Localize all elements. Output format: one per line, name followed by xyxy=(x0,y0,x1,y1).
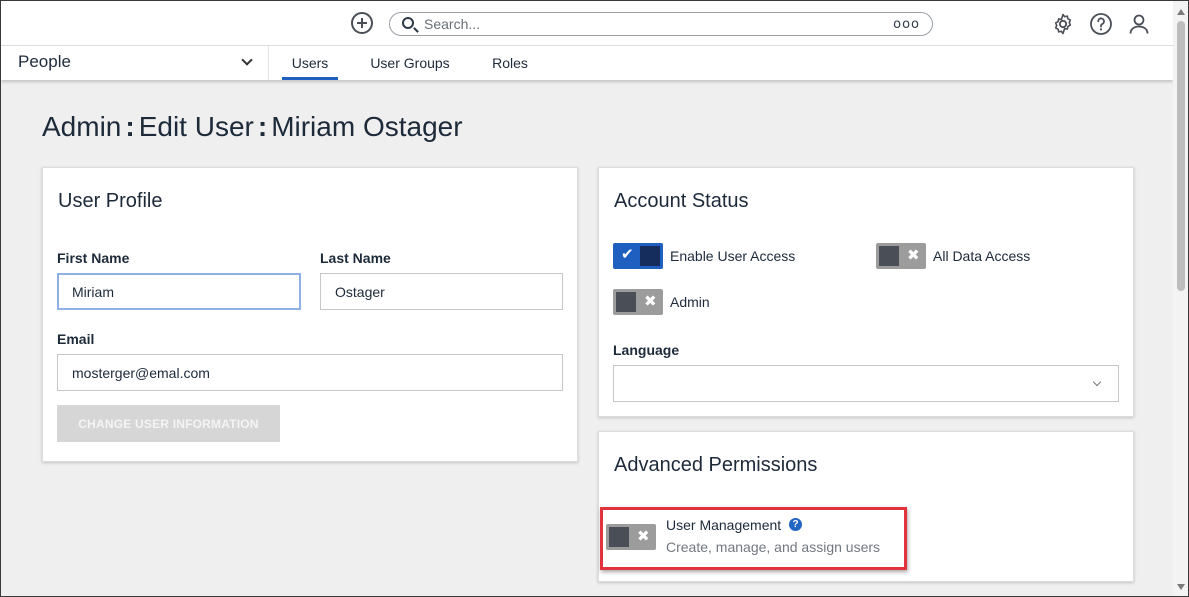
email-label: Email xyxy=(57,331,95,347)
module-select[interactable]: People xyxy=(1,46,269,80)
search-bar[interactable]: ooo xyxy=(389,12,933,36)
page-title: Admin: Edit User: Miriam Ostager xyxy=(42,111,463,143)
last-name-label: Last Name xyxy=(320,250,391,266)
last-name-field[interactable] xyxy=(320,273,563,310)
search-icon xyxy=(402,17,414,29)
tab-roles[interactable]: Roles xyxy=(488,46,532,80)
scroll-down-arrow-icon[interactable] xyxy=(1177,584,1185,590)
toggle-knob xyxy=(640,246,660,266)
user-management-label: User Management xyxy=(666,517,782,533)
account-status-title: Account Status xyxy=(614,190,749,212)
first-name-label: First Name xyxy=(57,250,130,266)
tab-user-groups[interactable]: User Groups xyxy=(369,46,451,80)
all-data-access-toggle[interactable]: ✖ xyxy=(876,243,926,269)
scrollbar-thumb[interactable] xyxy=(1177,21,1185,291)
add-circle-icon[interactable] xyxy=(351,12,373,34)
breadcrumb-admin: Admin xyxy=(42,111,122,142)
help-circle-icon[interactable]: ? xyxy=(789,518,802,531)
toggle-knob xyxy=(609,527,629,547)
tab-users[interactable]: Users xyxy=(282,46,338,80)
gear-icon[interactable] xyxy=(1051,12,1075,36)
language-label: Language xyxy=(613,342,680,358)
close-icon: ✖ xyxy=(907,246,920,264)
top-bar: ooo xyxy=(1,1,1173,46)
module-label: People xyxy=(18,52,71,71)
help-icon[interactable] xyxy=(1089,12,1113,36)
all-data-access-label: All Data Access xyxy=(933,248,1031,264)
chevron-down-icon xyxy=(1092,377,1102,387)
close-icon: ✖ xyxy=(644,292,657,310)
language-select[interactable] xyxy=(613,365,1119,402)
chevron-down-icon xyxy=(241,54,253,66)
enable-user-access-label: Enable User Access xyxy=(670,248,796,264)
user-profile-title: User Profile xyxy=(58,190,163,212)
user-management-description: Create, manage, and assign users xyxy=(666,539,881,555)
check-icon: ✔ xyxy=(621,245,634,263)
account-status-card: Account Status ✔ Enable User Access ✖ Al… xyxy=(598,167,1134,417)
close-icon: ✖ xyxy=(637,527,650,545)
toggle-knob xyxy=(616,292,636,312)
user-icon[interactable] xyxy=(1127,12,1151,36)
admin-toggle[interactable]: ✖ xyxy=(613,289,663,315)
breadcrumb-user-name: Miriam Ostager xyxy=(271,111,463,142)
more-options-icon[interactable]: ooo xyxy=(893,17,920,32)
user-management-toggle[interactable]: ✖ xyxy=(606,524,656,550)
enable-user-access-toggle[interactable]: ✔ xyxy=(613,243,663,269)
title-separator: : xyxy=(125,111,135,142)
app-frame: ooo People Users User Groups Roles Admin xyxy=(0,0,1189,597)
scroll-up-arrow-icon[interactable] xyxy=(1177,9,1185,15)
advanced-permissions-title: Advanced Permissions xyxy=(614,454,818,476)
change-user-information-button[interactable]: CHANGE USER INFORMATION xyxy=(57,405,280,442)
breadcrumb-edit-user: Edit User xyxy=(138,111,254,142)
user-profile-card: User Profile First Name Last Name Email … xyxy=(42,167,578,462)
admin-label: Admin xyxy=(670,294,710,310)
toggle-knob xyxy=(879,246,899,266)
sub-navigation: People Users User Groups Roles xyxy=(1,46,1173,80)
search-input[interactable] xyxy=(424,15,864,33)
title-separator: : xyxy=(257,111,268,142)
email-field[interactable] xyxy=(57,354,563,391)
first-name-field[interactable] xyxy=(57,273,301,310)
